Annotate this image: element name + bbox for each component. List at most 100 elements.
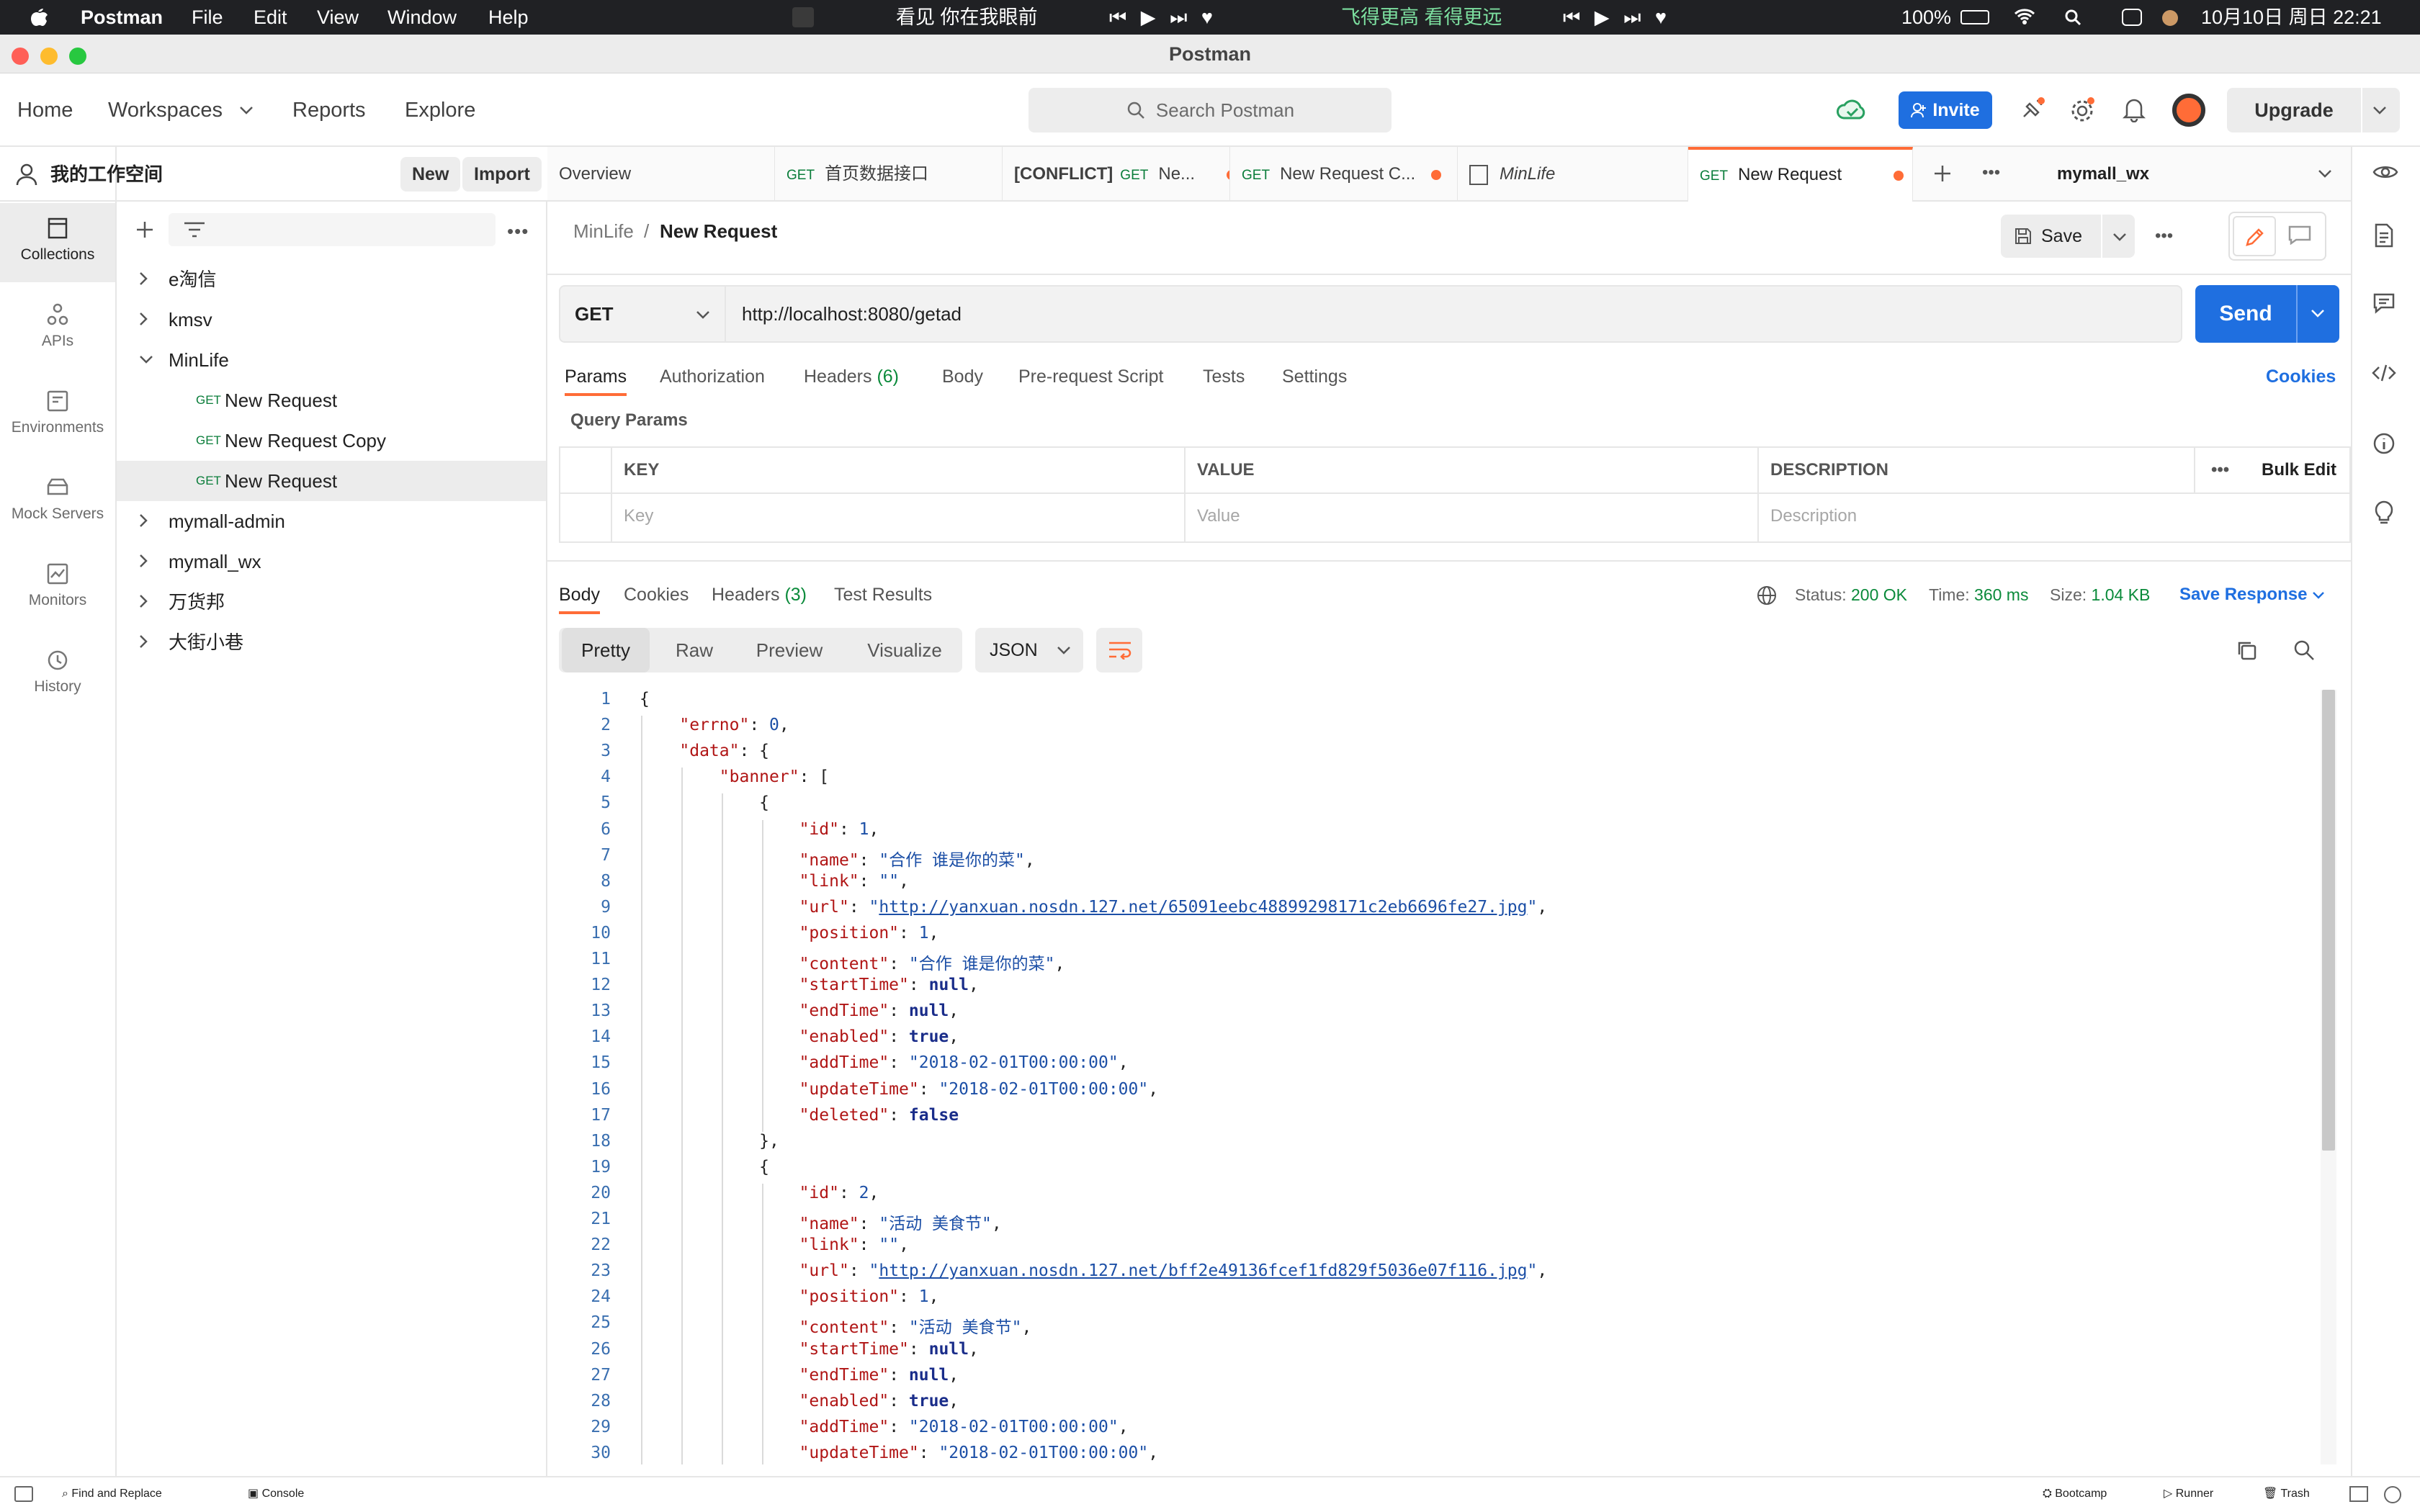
environment-selector[interactable]: mymall_wx bbox=[2057, 147, 2149, 202]
plus-icon[interactable] bbox=[134, 219, 156, 240]
eye-icon[interactable] bbox=[2372, 163, 2398, 181]
nav-explore[interactable]: Explore bbox=[405, 73, 475, 147]
globe-icon[interactable] bbox=[1756, 585, 1778, 606]
code-scrollbar[interactable] bbox=[2321, 690, 2336, 1464]
find-replace-button[interactable]: ⌕ Find and Replace bbox=[62, 1476, 162, 1512]
rail-collections[interactable]: Collections bbox=[0, 203, 115, 282]
save-response-button[interactable]: Save Response bbox=[2179, 578, 2325, 611]
new-tab-plus-icon[interactable] bbox=[1932, 163, 1953, 184]
more-icon[interactable]: ••• bbox=[2211, 448, 2229, 492]
menu-file[interactable]: File bbox=[192, 0, 223, 35]
help-icon[interactable] bbox=[2384, 1486, 2401, 1503]
view-preview[interactable]: Preview bbox=[742, 628, 837, 672]
menu-window[interactable]: Window bbox=[387, 0, 457, 35]
comment-icon[interactable] bbox=[2372, 292, 2396, 314]
tab-overview[interactable]: Overview bbox=[547, 147, 775, 202]
bell-icon[interactable] bbox=[2122, 96, 2146, 122]
import-button[interactable]: Import bbox=[462, 157, 542, 192]
view-pretty[interactable]: Pretty bbox=[562, 628, 650, 672]
tab-tests[interactable]: Tests bbox=[1203, 360, 1245, 393]
control-center-icon[interactable] bbox=[2122, 9, 2142, 26]
avatar-icon[interactable] bbox=[2172, 94, 2205, 127]
response-tab-headers[interactable]: Headers (3) bbox=[712, 578, 807, 611]
satellite-icon[interactable] bbox=[2020, 96, 2045, 122]
tab-settings[interactable]: Settings bbox=[1282, 360, 1347, 393]
more-icon[interactable]: ••• bbox=[507, 220, 529, 243]
url-input[interactable]: http://localhost:8080/getad bbox=[725, 285, 2182, 343]
key-input[interactable]: Key bbox=[624, 494, 653, 539]
filter-input[interactable] bbox=[169, 213, 496, 246]
description-input[interactable]: Description bbox=[1770, 494, 1857, 539]
collection-item[interactable]: 万货邦 bbox=[117, 582, 546, 622]
tab-authorization[interactable]: Authorization bbox=[660, 360, 765, 393]
menu-help[interactable]: Help bbox=[488, 0, 529, 35]
save-button[interactable]: Save bbox=[2001, 215, 2135, 258]
runner-button[interactable]: ▷ Runner bbox=[2164, 1476, 2213, 1512]
format-select[interactable]: JSON bbox=[975, 628, 1083, 672]
toggle-sidebar-icon[interactable] bbox=[14, 1486, 33, 1502]
gear-icon[interactable] bbox=[2069, 96, 2096, 124]
rail-history[interactable]: History bbox=[0, 635, 115, 714]
rail-apis[interactable]: APIs bbox=[0, 289, 115, 369]
chevron-down-icon[interactable] bbox=[2372, 105, 2387, 115]
wrap-icon[interactable] bbox=[1096, 628, 1142, 672]
method-select[interactable]: GET bbox=[559, 285, 726, 343]
response-body-code[interactable]: 1 {2 "errno": 0, 3 "data": {4 "banner": [5… bbox=[559, 690, 2329, 1464]
tab-request[interactable]: GET 首页数据接口 bbox=[775, 147, 1003, 202]
value-input[interactable]: Value bbox=[1197, 494, 1240, 539]
nav-home[interactable]: Home bbox=[17, 73, 73, 147]
more-icon[interactable]: ••• bbox=[2155, 226, 2173, 246]
rail-mock-servers[interactable]: Mock Servers bbox=[0, 462, 115, 541]
send-button[interactable]: Send bbox=[2195, 285, 2339, 343]
request-item[interactable]: GET New Request Copy bbox=[117, 420, 546, 461]
chevron-down-icon[interactable] bbox=[2318, 168, 2332, 179]
tab-request[interactable]: GET New Request C... bbox=[1230, 147, 1458, 202]
response-tab-test-results[interactable]: Test Results bbox=[834, 578, 932, 611]
chevron-down-icon[interactable] bbox=[2296, 285, 2325, 343]
request-item-selected[interactable]: GET New Request bbox=[117, 461, 546, 501]
tab-pre-request-script[interactable]: Pre-request Script bbox=[1018, 360, 1163, 393]
document-icon[interactable] bbox=[2374, 223, 2394, 248]
code-icon[interactable] bbox=[2371, 363, 2397, 383]
collection-item[interactable]: kmsv bbox=[117, 300, 546, 340]
chevron-down-icon[interactable] bbox=[239, 105, 254, 115]
tab-headers[interactable]: Headers (6) bbox=[804, 360, 899, 393]
bulk-edit-button[interactable]: Bulk Edit bbox=[2262, 448, 2336, 492]
search-icon[interactable] bbox=[2293, 639, 2315, 661]
request-title[interactable]: New Request bbox=[660, 220, 777, 243]
more-tabs-icon[interactable]: ••• bbox=[1982, 163, 2000, 183]
layout-icon[interactable] bbox=[2349, 1486, 2368, 1502]
tab-request-active[interactable]: GET New Request bbox=[1688, 147, 1913, 202]
upgrade-button[interactable]: Upgrade bbox=[2227, 88, 2400, 132]
cloud-sync-icon[interactable] bbox=[1835, 96, 1868, 124]
pencil-icon[interactable] bbox=[2233, 216, 2276, 256]
comment-icon[interactable] bbox=[2287, 225, 2312, 245]
rail-monitors[interactable]: Monitors bbox=[0, 549, 115, 628]
code-scrollbar-thumb[interactable] bbox=[2322, 690, 2335, 1151]
menu-view[interactable]: View bbox=[317, 0, 359, 35]
view-visualize[interactable]: Visualize bbox=[851, 628, 958, 672]
response-tab-cookies[interactable]: Cookies bbox=[624, 578, 689, 611]
workspace-name[interactable]: 我的工作空间 bbox=[50, 147, 163, 202]
bulb-icon[interactable] bbox=[2374, 500, 2394, 526]
breadcrumb-parent[interactable]: MinLife bbox=[573, 220, 634, 243]
copy-icon[interactable] bbox=[2236, 639, 2257, 661]
tab-body[interactable]: Body bbox=[942, 360, 983, 393]
search-input[interactable]: Search Postman bbox=[1028, 88, 1392, 132]
invite-button[interactable]: Invite bbox=[1899, 91, 1992, 129]
trash-button[interactable]: 🗑 Trash bbox=[2263, 1476, 2310, 1512]
nav-reports[interactable]: Reports bbox=[292, 73, 366, 147]
collection-item[interactable]: e淘信 bbox=[117, 259, 546, 300]
pane-divider[interactable] bbox=[547, 560, 2351, 562]
siri-icon[interactable] bbox=[2162, 10, 2178, 26]
music-app-icon[interactable] bbox=[792, 7, 814, 27]
collection-item[interactable]: mymall-admin bbox=[117, 501, 546, 541]
bootcamp-button[interactable]: ⛭ Bootcamp bbox=[2043, 1476, 2107, 1512]
media-controls-2[interactable]: ⏮ ▶ ⏭ ♥ bbox=[1563, 0, 1671, 35]
chevron-down-icon[interactable] bbox=[2100, 215, 2127, 258]
collection-item-minlife[interactable]: MinLife bbox=[117, 340, 546, 380]
tab-params[interactable]: Params bbox=[565, 360, 627, 396]
collection-item[interactable]: 大街小巷 bbox=[117, 622, 546, 662]
apple-icon[interactable] bbox=[29, 0, 48, 35]
nav-workspaces[interactable]: Workspaces bbox=[108, 73, 223, 147]
